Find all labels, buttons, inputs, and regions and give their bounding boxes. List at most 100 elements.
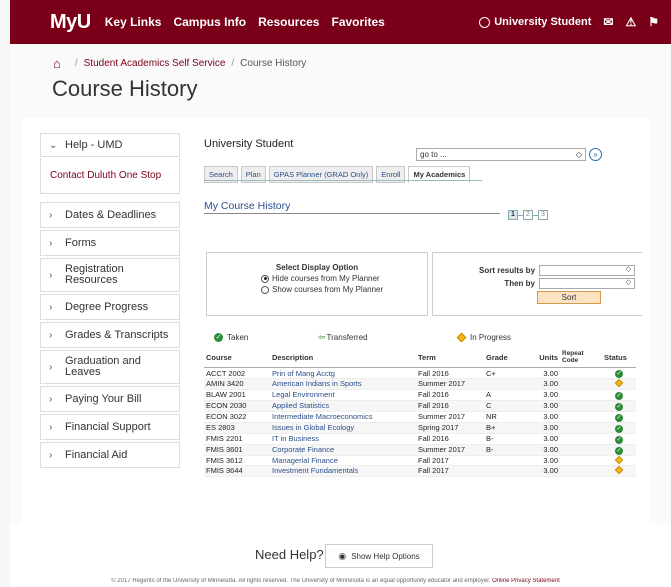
nav-resources[interactable]: Resources: [258, 15, 319, 29]
course-repeat-code: [560, 400, 602, 412]
course-repeat-code: [560, 378, 602, 390]
sidebar-contact-link[interactable]: Contact Duluth One Stop: [40, 158, 180, 194]
course-code: FMIS 3601: [204, 444, 270, 456]
show-courses-option[interactable]: Show courses from My Planner: [261, 285, 427, 294]
chevron-right-icon: ›: [49, 269, 53, 281]
hide-courses-option[interactable]: Hide courses from My Planner: [261, 274, 427, 283]
sidebar-item-label: Forms: [65, 237, 97, 249]
course-status: ✓: [602, 400, 636, 412]
pager: 1 2 3: [508, 210, 548, 220]
goto-button[interactable]: »: [589, 148, 602, 161]
sidebar-item-financial-aid[interactable]: › Financial Aid: [40, 442, 180, 468]
show-help-options-label: Show Help Options: [351, 551, 420, 561]
course-description-link[interactable]: Prin of Mang Acctg: [270, 367, 416, 379]
sidebar-item-graduation[interactable]: › Graduation and Leaves: [40, 350, 180, 384]
check-icon: ✓: [615, 424, 623, 433]
then-by-select[interactable]: ◇: [539, 278, 635, 289]
sort-by-select[interactable]: ◇: [539, 265, 635, 276]
sidebar-item-financial-support[interactable]: › Financial Support: [40, 414, 180, 440]
breadcrumb-parent-link[interactable]: Student Academics Self Service: [84, 58, 226, 69]
col-description[interactable]: Description: [270, 348, 416, 368]
sidebar-item-grades[interactable]: › Grades & Transcripts: [40, 322, 180, 348]
col-term[interactable]: Term: [416, 348, 484, 368]
course-code: ACCT 2002: [204, 367, 270, 379]
hide-courses-radio[interactable]: [261, 274, 269, 283]
col-status[interactable]: Status: [602, 348, 636, 368]
course-description-link[interactable]: Intermediate Macroeconomics: [270, 411, 416, 423]
nav-favorites[interactable]: Favorites: [331, 15, 384, 29]
sidebar-item-label: Graduation and Leaves: [65, 355, 141, 378]
home-icon[interactable]: ⌂: [53, 56, 61, 71]
course-status: [602, 455, 636, 466]
course-grade: C+: [484, 367, 520, 379]
course-description-link[interactable]: IT in Business: [270, 433, 416, 445]
chevron-right-icon: ›: [49, 301, 53, 313]
alert-icon[interactable]: ⚠: [625, 15, 636, 29]
status-legend: ✓ Taken ⇦ Transferred In Progress: [214, 332, 511, 343]
course-units: 3.00: [520, 411, 560, 423]
sidebar-item-paying-bill[interactable]: › Paying Your Bill: [40, 386, 180, 412]
page-3[interactable]: 3: [538, 210, 548, 220]
course-term: Summer 2017: [416, 444, 484, 456]
privacy-statement-link[interactable]: Online Privacy Statement: [492, 578, 560, 584]
course-history-table: Course Description Term Grade Units Repe…: [204, 348, 636, 477]
table-row: FMIS 2201 IT in Business Fall 2016 B- 3.…: [204, 433, 636, 445]
myu-logo[interactable]: MyU: [50, 11, 91, 34]
table-row: AMIN 3420 American Indians in Sports Sum…: [204, 378, 636, 390]
user-name[interactable]: University Student: [494, 16, 591, 28]
sort-button[interactable]: Sort: [537, 291, 601, 304]
mail-icon[interactable]: ✉: [603, 15, 613, 29]
col-grade[interactable]: Grade: [484, 348, 520, 368]
sidebar-item-registration[interactable]: › Registration Resources: [40, 258, 180, 292]
then-by-label: Then by: [504, 279, 535, 288]
then-by-row: Then by ◇: [479, 278, 635, 289]
breadcrumb-separator: /: [231, 58, 235, 69]
need-help-heading: Need Help?: [255, 547, 324, 562]
course-description-link[interactable]: Issues in Global Ecology: [270, 422, 416, 434]
course-description-link[interactable]: Corporate Finance: [270, 444, 416, 456]
course-term: Summer 2017: [416, 411, 484, 423]
page-title: Course History: [52, 76, 198, 101]
course-description-link[interactable]: Managerial Finance: [270, 455, 416, 466]
course-description-link[interactable]: Legal Environment: [270, 389, 416, 401]
user-icon: [479, 16, 491, 28]
course-grade: [484, 378, 520, 390]
table-row: ECON 2030 Applied Statistics Fall 2016 C…: [204, 400, 636, 412]
in-progress-diamond-icon: [614, 455, 624, 464]
table-row: ES 2803 Issues in Global Ecology Spring …: [204, 422, 636, 434]
legend-in-progress-label: In Progress: [470, 333, 511, 342]
course-grade: A: [484, 389, 520, 401]
nav-key-links[interactable]: Key Links: [105, 15, 162, 29]
flag-icon[interactable]: ⚑: [648, 15, 659, 29]
course-description-link[interactable]: Applied Statistics: [270, 400, 416, 412]
course-term: Fall 2017: [416, 455, 484, 466]
table-row: ACCT 2002 Prin of Mang Acctg Fall 2016 C…: [204, 367, 636, 379]
sidebar-item-dates[interactable]: › Dates & Deadlines: [40, 202, 180, 228]
sidebar: ⌄ Help - UMD Contact Duluth One Stop › Da…: [40, 133, 180, 469]
sidebar-item-degree-progress[interactable]: › Degree Progress: [40, 294, 180, 320]
user-area: University Student ✉ ⚠ ⚑: [479, 15, 659, 29]
course-status: ✓: [602, 389, 636, 401]
col-units[interactable]: Units: [520, 348, 560, 368]
show-courses-radio[interactable]: [261, 285, 269, 294]
page-2[interactable]: 2: [523, 210, 533, 220]
sidebar-item-label: Registration Resources: [65, 263, 124, 286]
course-units: 3.00: [520, 389, 560, 401]
sort-by-row: Sort results by ◇: [479, 265, 635, 276]
col-repeat-code[interactable]: Repeat Code: [560, 348, 602, 368]
course-units: 3.00: [520, 400, 560, 412]
course-units: 3.00: [520, 367, 560, 379]
nav-campus-info[interactable]: Campus Info: [173, 15, 246, 29]
sidebar-item-help[interactable]: ⌄ Help - UMD: [40, 133, 180, 157]
goto-select[interactable]: go to ... ◇: [416, 148, 586, 161]
course-description-link[interactable]: Investment Fundamentals: [270, 465, 416, 477]
col-course[interactable]: Course: [204, 348, 270, 368]
course-repeat-code: [560, 444, 602, 456]
sidebar-item-forms[interactable]: › Forms: [40, 230, 180, 256]
sidebar-item-label: Help - UMD: [65, 139, 123, 151]
course-grade: [484, 465, 520, 477]
page-1[interactable]: 1: [508, 210, 518, 220]
course-description-link[interactable]: American Indians in Sports: [270, 378, 416, 390]
course-grade: C: [484, 400, 520, 412]
show-help-options-button[interactable]: ◉ Show Help Options: [325, 544, 433, 568]
